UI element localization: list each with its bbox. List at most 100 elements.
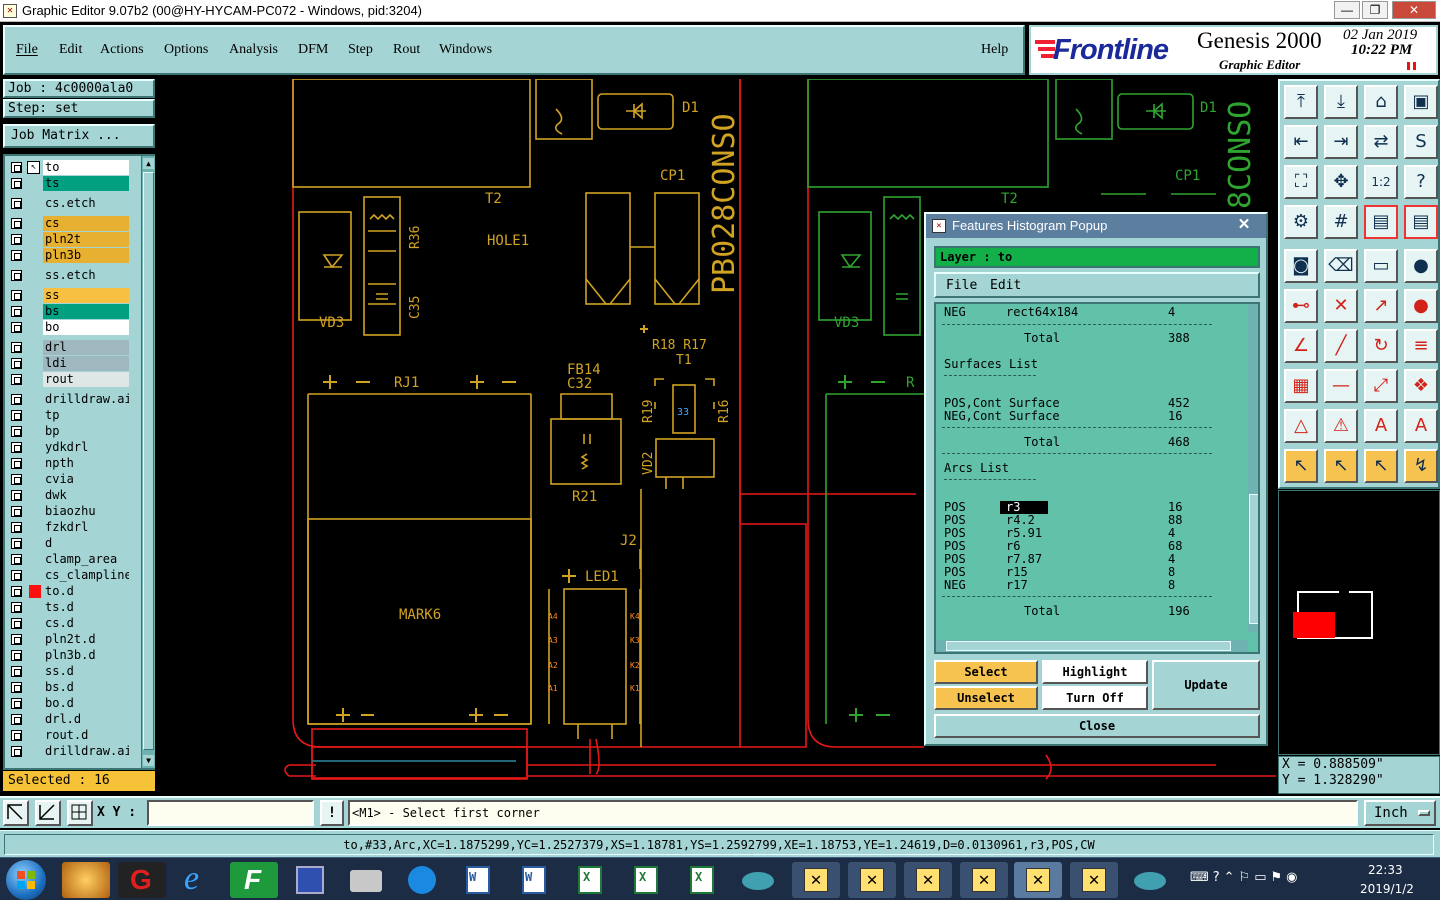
- histogram-list-scrollbar[interactable]: [1248, 304, 1258, 632]
- window-icon[interactable]: ▣: [1404, 85, 1438, 119]
- menu-dfm[interactable]: DFM: [298, 42, 328, 57]
- taskbar-excel-icon-2[interactable]: X: [622, 862, 670, 898]
- select-button[interactable]: Select: [934, 660, 1038, 684]
- layer-checkbox[interactable]: [11, 270, 22, 281]
- menu-file[interactable]: File: [16, 42, 38, 57]
- taskbar-f-icon[interactable]: F: [230, 862, 278, 898]
- grid-view-icon[interactable]: #: [1324, 205, 1358, 239]
- layer-checkbox[interactable]: [11, 650, 22, 661]
- units-select[interactable]: Inch: [1364, 800, 1436, 826]
- warning-icon[interactable]: !: [320, 800, 344, 826]
- taskbar-genesis-icon-3[interactable]: ✕: [904, 862, 952, 898]
- layer-row[interactable]: to.d: [7, 584, 129, 599]
- triangle-alt-icon[interactable]: ⚠: [1324, 409, 1358, 443]
- layer-row[interactable]: rout: [7, 372, 129, 387]
- layer-row[interactable]: cs: [7, 216, 129, 231]
- layer-checkbox[interactable]: [11, 490, 22, 501]
- arrow-in-icon[interactable]: ⇤: [1284, 125, 1318, 159]
- layer-row[interactable]: ss.d: [7, 664, 129, 679]
- taskbar-eye-icon[interactable]: [734, 862, 782, 898]
- layer-checkbox[interactable]: [11, 306, 22, 317]
- layer-row[interactable]: fzkdrl: [7, 520, 129, 535]
- pointer-circle-icon[interactable]: ↖: [1364, 449, 1398, 483]
- job-matrix-button[interactable]: Job Matrix ...: [3, 124, 155, 148]
- start-button-icon[interactable]: [6, 860, 46, 900]
- minimize-button[interactable]: —: [1334, 1, 1360, 19]
- red-point-icon[interactable]: ●: [1404, 289, 1438, 323]
- ruler-icon[interactable]: ▭: [1364, 249, 1398, 283]
- scale-1-2-icon[interactable]: 1:2: [1364, 165, 1398, 199]
- layer-row[interactable]: ydkdrl: [7, 440, 129, 455]
- s-icon[interactable]: S: [1404, 125, 1438, 159]
- graphic-canvas[interactable]: D1 CP1 T2 HOLE1 R36 C35 VD3 PB028CONSO R…: [156, 79, 1276, 794]
- menu-windows[interactable]: Windows: [439, 42, 492, 57]
- layer-row[interactable]: bo: [7, 320, 129, 335]
- line-icon[interactable]: ╱: [1324, 329, 1358, 363]
- maximize-button[interactable]: ❐: [1362, 1, 1388, 19]
- layer-checkbox[interactable]: [11, 618, 22, 629]
- layer-checkbox[interactable]: [11, 250, 22, 261]
- circle-icon[interactable]: ●: [1404, 249, 1438, 283]
- layer-row[interactable]: drl.d: [7, 712, 129, 727]
- unselect-button[interactable]: Unselect: [934, 686, 1038, 710]
- panel-red-icon[interactable]: ▤: [1364, 205, 1398, 239]
- layer-checkbox[interactable]: [11, 458, 22, 469]
- layer-checkbox[interactable]: [11, 634, 22, 645]
- taskbar-word-icon-1[interactable]: W: [454, 862, 502, 898]
- panel-red-active-icon[interactable]: ▤: [1404, 205, 1438, 239]
- erase-icon[interactable]: ⌫: [1324, 249, 1358, 283]
- layer-row[interactable]: drilldraw.ai: [7, 744, 129, 759]
- highlight-button[interactable]: Highlight: [1042, 660, 1148, 684]
- layer-row[interactable]: drilldraw.ai: [7, 392, 129, 407]
- taskbar-excel-icon-3[interactable]: X: [678, 862, 726, 898]
- layer-checkbox[interactable]: [11, 234, 22, 245]
- arrow-out-icon[interactable]: ⇥: [1324, 125, 1358, 159]
- layer-row[interactable]: cs_clampline: [7, 568, 129, 583]
- taskbar-genesis-icon-2[interactable]: ✕: [848, 862, 896, 898]
- histogram-list-hscrollbar[interactable]: [936, 640, 1248, 652]
- layer-row[interactable]: biaozhu: [7, 504, 129, 519]
- layer-row[interactable]: npth: [7, 456, 129, 471]
- taskbar-shell-icon[interactable]: [62, 862, 110, 898]
- layer-row[interactable]: ts.d: [7, 600, 129, 615]
- layer-checkbox[interactable]: [11, 178, 22, 189]
- close-button[interactable]: ✕: [1392, 1, 1436, 19]
- layer-checkbox[interactable]: [11, 322, 22, 333]
- layer-checkbox[interactable]: [11, 198, 22, 209]
- layer-checkbox[interactable]: [11, 410, 22, 421]
- angle-icon[interactable]: ∠: [1284, 329, 1318, 363]
- popup-close-button[interactable]: Close: [934, 714, 1260, 738]
- snap-icon[interactable]: ◙: [1284, 249, 1318, 283]
- layer-row[interactable]: ss: [7, 288, 129, 303]
- layer-checkbox[interactable]: [11, 218, 22, 229]
- layer-row[interactable]: clamp_area: [7, 552, 129, 567]
- layer-row[interactable]: bs.d: [7, 680, 129, 695]
- taskbar-g-icon[interactable]: G: [118, 862, 166, 898]
- taskbar-bird-icon[interactable]: [398, 862, 446, 898]
- rotate-icon[interactable]: ↻: [1364, 329, 1398, 363]
- swap-icon[interactable]: ⇄: [1364, 125, 1398, 159]
- taskbar-genesis-icon-5[interactable]: ✕: [1014, 862, 1062, 898]
- taskbar-save-icon[interactable]: [286, 862, 334, 898]
- grid-icon[interactable]: [67, 800, 93, 826]
- house-icon[interactable]: ⌂: [1364, 85, 1398, 119]
- layer-work-icon[interactable]: ↖: [27, 161, 40, 174]
- menu-help[interactable]: Help: [981, 42, 1008, 58]
- dash-line-icon[interactable]: —: [1324, 369, 1358, 403]
- layer-checkbox[interactable]: [11, 666, 22, 677]
- pointer-icon[interactable]: ↖: [1284, 449, 1318, 483]
- menu-rout[interactable]: Rout: [393, 42, 420, 57]
- update-button[interactable]: Update: [1152, 660, 1260, 710]
- ff-icon[interactable]: ≡: [1404, 329, 1438, 363]
- layer-row[interactable]: rout.d: [7, 728, 129, 743]
- layer-row[interactable]: ldi: [7, 356, 129, 371]
- layer-row[interactable]: d: [7, 536, 129, 551]
- layer-row[interactable]: pln3b: [7, 248, 129, 263]
- layer-checkbox[interactable]: [11, 570, 22, 581]
- measure-icon[interactable]: [35, 800, 61, 826]
- fit-icon[interactable]: ⛶: [1284, 165, 1318, 199]
- layer-row[interactable]: bs: [7, 304, 129, 319]
- layer-row[interactable]: pln2t: [7, 232, 129, 247]
- layer-checkbox[interactable]: [11, 586, 22, 597]
- layer-row[interactable]: ss.etch: [7, 268, 129, 283]
